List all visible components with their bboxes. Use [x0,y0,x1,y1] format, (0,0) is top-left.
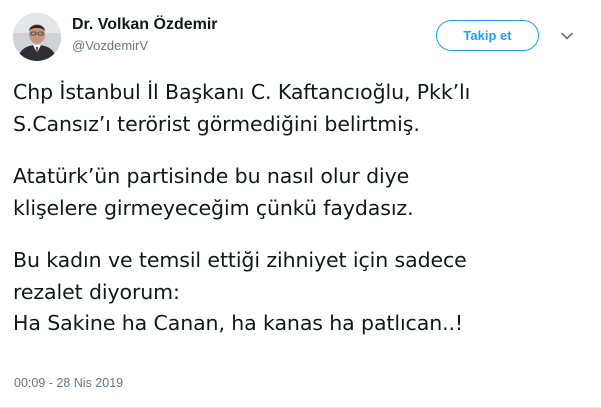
author-handle[interactable]: @VozdemirV [72,38,218,54]
tweet-text-line: rezalet diyorum: [13,279,180,304]
author-info: Dr. Volkan Özdemir @VozdemirV [72,15,218,54]
author-name[interactable]: Dr. Volkan Özdemir [72,15,218,35]
chevron-down-icon[interactable] [560,29,574,43]
tweet-timestamp[interactable]: 00:09 - 28 Nis 2019 [14,375,123,391]
follow-button[interactable]: Takip et [436,20,539,51]
tweet-text-line: Ha Sakine ha Canan, ha kanas ha patlıcan… [13,311,464,335]
tweet-text: Chp İstanbul İl Başkanı C. Kaftancıoğlu,… [13,77,588,340]
avatar-photo [13,13,61,61]
tweet-text-line: S.Cansız’ı terörist görmediğini belirtmi… [13,111,420,136]
avatar[interactable] [13,13,61,61]
tweet-text-line: klişelere girmeyeceğim çünkü faydasız. [13,195,414,220]
tweet-text-line: Bu kadın ve temsil ettiği zihniyet için … [13,248,467,272]
tweet-text-line: Chp İstanbul İl Başkanı C. Kaftancıoğlu,… [13,80,471,104]
tweet-text-line: Atatürk’ün partisinde bu nasıl olur diye [13,164,410,188]
tweet-card: Dr. Volkan Özdemir @VozdemirV Takip et C… [0,0,601,408]
